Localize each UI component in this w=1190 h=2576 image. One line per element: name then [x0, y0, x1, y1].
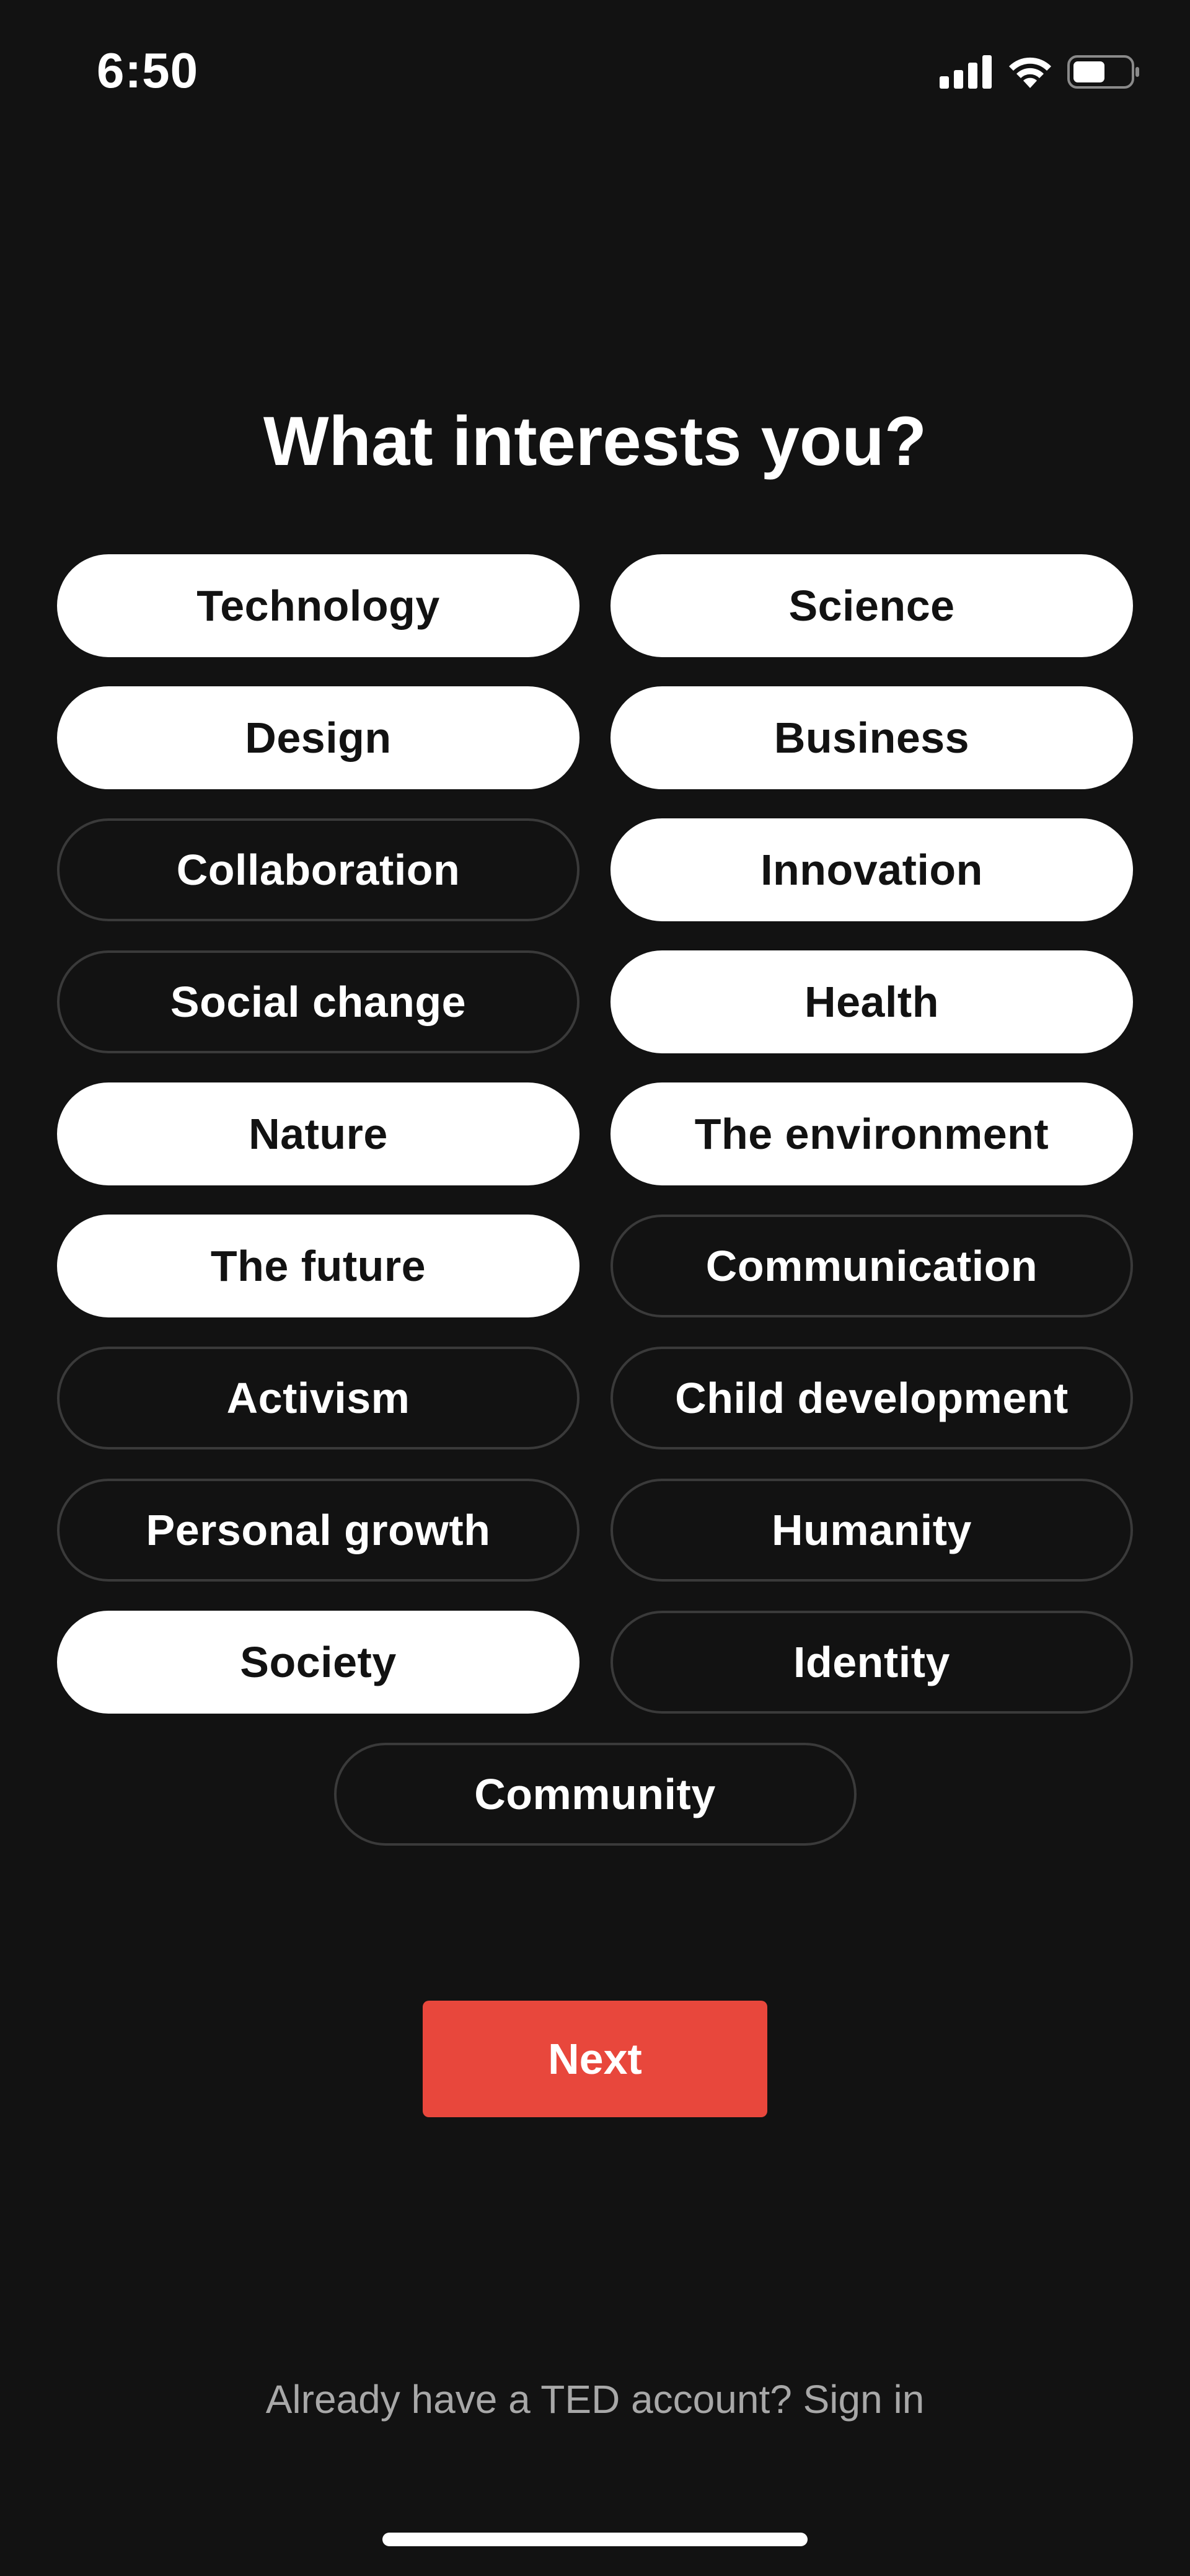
interest-chip-identity[interactable]: Identity	[610, 1611, 1133, 1714]
home-indicator[interactable]	[382, 2533, 808, 2546]
status-time: 6:50	[97, 43, 199, 98]
next-button[interactable]: Next	[423, 2001, 767, 2117]
status-bar: 6:50	[0, 0, 1190, 143]
interest-chip-community[interactable]: Community	[333, 1743, 857, 1846]
battery-icon	[1067, 55, 1139, 89]
page-title: What interests you?	[263, 402, 927, 480]
interest-chip-design[interactable]: Design	[57, 686, 580, 789]
interest-chip-technology[interactable]: Technology	[57, 554, 580, 657]
interest-chip-child-development[interactable]: Child development	[610, 1347, 1133, 1450]
signin-link[interactable]: Sign in	[803, 2377, 925, 2422]
interest-chip-the-future[interactable]: The future	[57, 1215, 580, 1317]
interest-chip-collaboration[interactable]: Collaboration	[57, 818, 580, 921]
signin-line: Already have a TED account? Sign in	[0, 2368, 1190, 2430]
interest-chip-business[interactable]: Business	[610, 686, 1133, 789]
interest-chip-personal-growth[interactable]: Personal growth	[57, 1479, 580, 1582]
signin-prompt: Already have a TED account?	[265, 2377, 792, 2422]
status-icons	[940, 50, 1140, 94]
interest-chip-society[interactable]: Society	[57, 1611, 580, 1714]
interest-chip-innovation[interactable]: Innovation	[610, 818, 1133, 921]
interest-chip-social-change[interactable]: Social change	[57, 950, 580, 1053]
wifi-icon	[1009, 57, 1051, 88]
interest-chip-communication[interactable]: Communication	[610, 1215, 1133, 1317]
interest-chip-health[interactable]: Health	[610, 950, 1133, 1053]
interest-chips: Technology Science Design Business Collabora…	[57, 554, 1133, 1846]
interest-chip-the-environment[interactable]: The environment	[610, 1082, 1133, 1185]
signal-icon	[940, 55, 992, 89]
interest-chip-activism[interactable]: Activism	[57, 1347, 580, 1450]
interest-chip-nature[interactable]: Nature	[57, 1082, 580, 1185]
interest-chip-humanity[interactable]: Humanity	[610, 1479, 1133, 1582]
interest-chip-science[interactable]: Science	[610, 554, 1133, 657]
